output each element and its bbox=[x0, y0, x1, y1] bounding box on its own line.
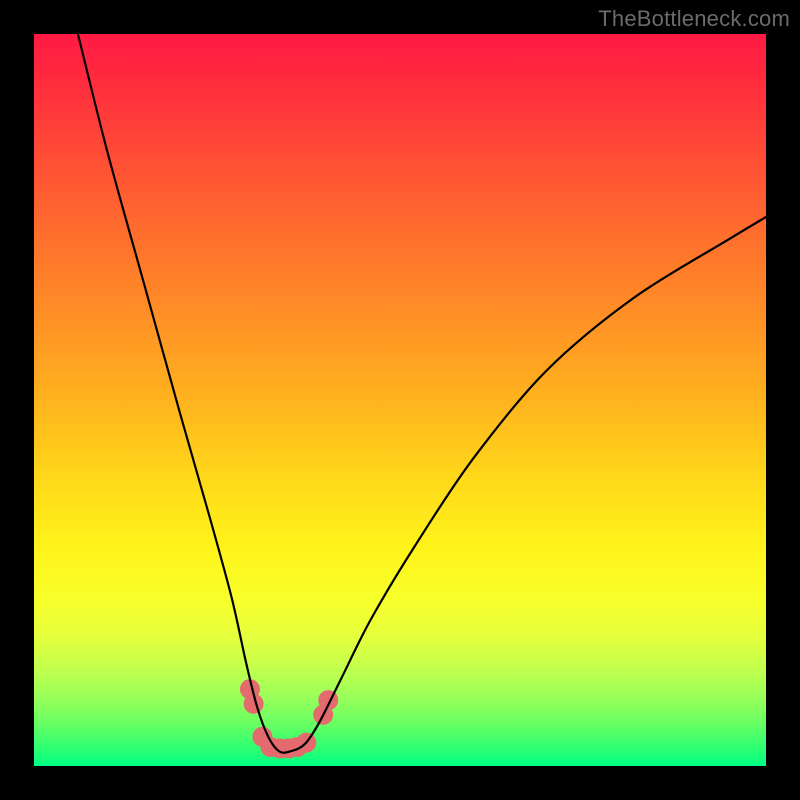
plot-area bbox=[34, 34, 766, 766]
curve-layer bbox=[34, 34, 766, 766]
marker-dots bbox=[240, 679, 338, 758]
chart-frame: TheBottleneck.com bbox=[0, 0, 800, 800]
watermark-text: TheBottleneck.com bbox=[598, 6, 790, 32]
bottleneck-curve bbox=[78, 34, 766, 753]
